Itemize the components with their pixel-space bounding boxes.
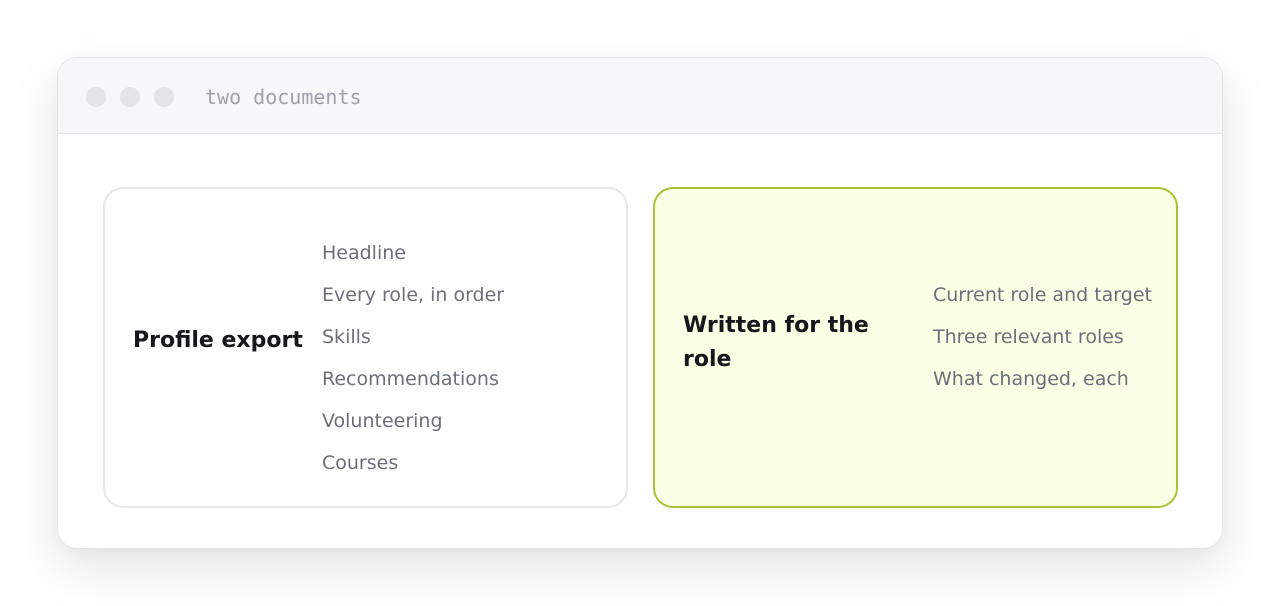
list-item: Volunteering [322, 410, 443, 432]
list-item: Courses [322, 452, 399, 474]
document-window: two documents Profile export Headline Ev… [57, 57, 1223, 549]
list-item: What changed, each [933, 368, 1129, 390]
list-item: Current role and target [933, 284, 1152, 306]
window-titlebar: two documents [58, 58, 1222, 134]
list-item: Three relevant roles [933, 326, 1124, 348]
list-item: Skills [322, 326, 371, 348]
window-close-dot[interactable] [86, 87, 106, 107]
page-background: two documents Profile export Headline Ev… [0, 0, 1280, 606]
list-item: Recommendations [322, 368, 499, 390]
profile-export-list: Headline Every role, in order Skills Rec… [322, 232, 612, 484]
profile-export-card: Profile export Headline Every role, in o… [103, 187, 628, 508]
window-title: two documents [205, 85, 362, 109]
window-maximize-dot[interactable] [154, 87, 174, 107]
card-title: Written for the role [683, 313, 869, 372]
written-for-role-list: Current role and target Three relevant r… [933, 274, 1158, 400]
written-for-role-card: Written for the role Current role and ta… [653, 187, 1178, 508]
window-minimize-dot[interactable] [120, 87, 140, 107]
list-item: Headline [322, 242, 406, 264]
card-title: Profile export [133, 328, 303, 353]
list-item: Every role, in order [322, 284, 505, 306]
